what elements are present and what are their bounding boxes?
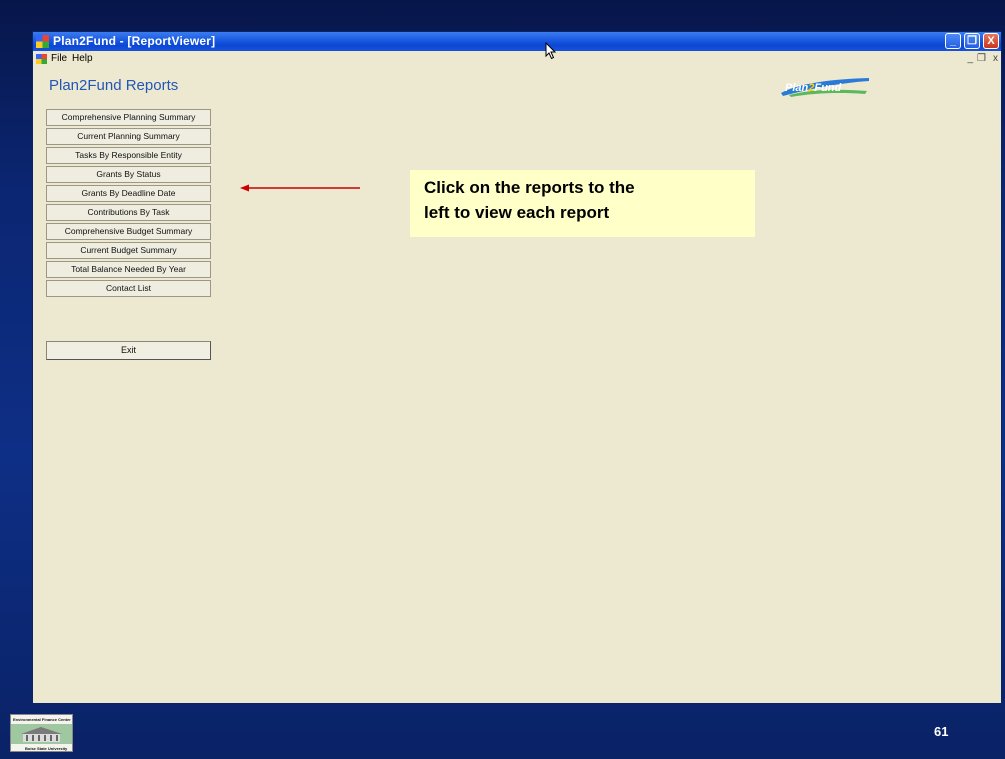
mdi-restore-button[interactable]: ❐	[977, 53, 986, 64]
report-viewer-window: Plan2Fund - [ReportViewer] _ ❐ X File He…	[32, 31, 1002, 704]
plan2fund-logo: Plan2Fund	[781, 78, 869, 97]
left-arrow-icon	[240, 184, 360, 192]
instruction-callout: Click on the reports to the left to view…	[410, 170, 755, 237]
callout-line-1: Click on the reports to the	[424, 178, 635, 197]
mouse-pointer-icon	[545, 42, 557, 60]
efc-logo-bottom-text: Boise State University	[25, 746, 68, 751]
svg-text:Plan2Fund: Plan2Fund	[785, 82, 842, 94]
menu-file[interactable]: File	[51, 53, 67, 64]
slide-page-number: 61	[934, 724, 949, 739]
report-button-grants-by-status[interactable]: Grants By Status	[46, 166, 211, 183]
report-button-comprehensive-planning-summary[interactable]: Comprehensive Planning Summary	[46, 109, 211, 126]
page-title: Plan2Fund Reports	[49, 77, 179, 94]
efc-logo: Environmental Finance Center Boise State…	[10, 714, 73, 752]
mdi-minimize-button[interactable]: _	[967, 53, 973, 64]
menu-bar: File Help _ ❐ x	[33, 51, 1001, 67]
document-icon[interactable]	[36, 54, 47, 64]
menu-help[interactable]: Help	[72, 53, 93, 64]
building-icon	[11, 724, 72, 744]
efc-logo-top-text: Environmental Finance Center	[13, 717, 71, 722]
report-button-tasks-by-responsible-entity[interactable]: Tasks By Responsible Entity	[46, 147, 211, 164]
exit-button[interactable]: Exit	[46, 341, 211, 360]
title-bar[interactable]: Plan2Fund - [ReportViewer] _ ❐ X	[33, 32, 1001, 51]
window-title: Plan2Fund - [ReportViewer]	[53, 34, 216, 48]
report-button-grants-by-deadline-date[interactable]: Grants By Deadline Date	[46, 185, 211, 202]
report-button-comprehensive-budget-summary[interactable]: Comprehensive Budget Summary	[46, 223, 211, 240]
maximize-button[interactable]: ❐	[964, 33, 980, 49]
callout-line-2: left to view each report	[424, 203, 610, 222]
close-button[interactable]: X	[983, 33, 999, 49]
report-button-current-planning-summary[interactable]: Current Planning Summary	[46, 128, 211, 145]
mdi-close-button[interactable]: x	[993, 53, 998, 64]
app-icon	[36, 35, 49, 48]
minimize-button[interactable]: _	[945, 33, 961, 49]
report-button-current-budget-summary[interactable]: Current Budget Summary	[46, 242, 211, 259]
report-button-contact-list[interactable]: Contact List	[46, 280, 211, 297]
report-button-contributions-by-task[interactable]: Contributions By Task	[46, 204, 211, 221]
report-button-total-balance-needed-by-year[interactable]: Total Balance Needed By Year	[46, 261, 211, 278]
